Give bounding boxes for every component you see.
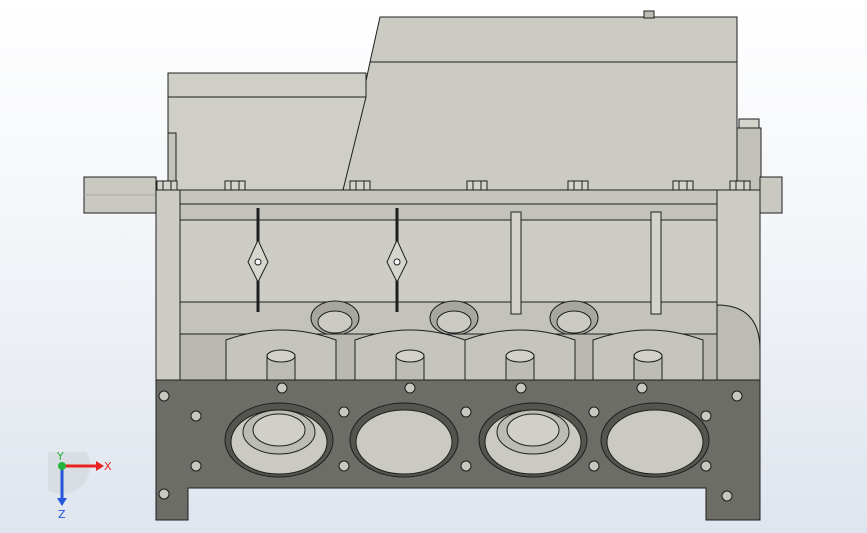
right-shaft bbox=[759, 176, 783, 214]
deck-bolt-hole bbox=[700, 410, 712, 422]
upper-housing-right bbox=[342, 16, 738, 191]
deck-bolt-hole bbox=[190, 410, 202, 422]
deck-bolt-hole bbox=[276, 382, 288, 394]
deck-bolt-hole bbox=[158, 488, 170, 500]
z-axis-label: Z bbox=[58, 508, 66, 521]
x-axis-label: X bbox=[104, 460, 112, 473]
bolt-head bbox=[349, 180, 371, 191]
axis-triad: X Y Z bbox=[48, 452, 112, 521]
deck-bolt-hole bbox=[158, 390, 170, 402]
deck-bolt-hole bbox=[338, 406, 350, 418]
deck-bolt-hole bbox=[588, 406, 600, 418]
deck-bolt-hole bbox=[190, 460, 202, 472]
deck-bolt-hole bbox=[338, 460, 350, 472]
upper-housing-left bbox=[167, 72, 367, 191]
deck-bolt-hole bbox=[588, 460, 600, 472]
deck-bolt-hole bbox=[700, 460, 712, 472]
y-axis-label: Y bbox=[56, 452, 64, 463]
deck-bolt-hole bbox=[636, 382, 648, 394]
deck-bolt-hole bbox=[460, 460, 472, 472]
y-axis-dot bbox=[58, 462, 66, 470]
guide-rod bbox=[510, 211, 522, 315]
deck-bolt-hole bbox=[460, 406, 472, 418]
bolt-head bbox=[567, 180, 589, 191]
guide-rod bbox=[650, 211, 662, 315]
deck-bolt-hole bbox=[731, 390, 743, 402]
bolt-head bbox=[224, 180, 246, 191]
deck-bolt-hole bbox=[515, 382, 527, 394]
flange-rail bbox=[155, 189, 761, 205]
deck-bolt-hole bbox=[721, 490, 733, 502]
top-sensor bbox=[643, 10, 655, 19]
bolt-head bbox=[466, 180, 488, 191]
bolt-head bbox=[738, 118, 760, 129]
bolt-head bbox=[729, 180, 751, 191]
bolt-head bbox=[672, 180, 694, 191]
deck-bolt-hole bbox=[404, 382, 416, 394]
engine-block-model[interactable] bbox=[0, 0, 867, 533]
graphics-viewport[interactable]: X Y Z bbox=[0, 0, 867, 533]
bolt-head bbox=[156, 180, 178, 191]
